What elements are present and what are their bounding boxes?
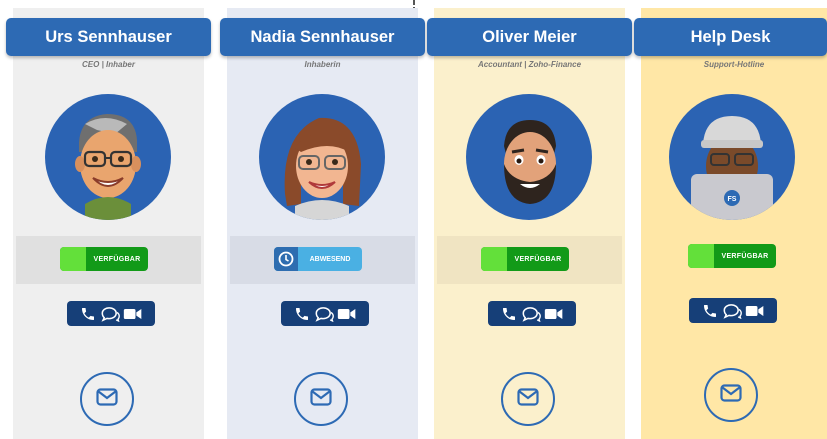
mail-button[interactable] xyxy=(501,372,555,426)
status-label: VERFÜGBAR xyxy=(93,255,141,263)
card-name: Urs Sennhauser xyxy=(6,18,211,56)
clock-icon xyxy=(274,247,298,271)
contact-card-oliver: Oliver Meier Accountant | Zoho-Finance V… xyxy=(427,8,632,439)
toggle-knob xyxy=(481,247,507,271)
laptop-badge: FS xyxy=(728,196,737,203)
mail-button[interactable] xyxy=(80,372,134,426)
video-icon[interactable] xyxy=(123,306,143,322)
phone-icon[interactable] xyxy=(79,306,97,322)
contact-actions[interactable] xyxy=(281,301,369,326)
status-label: VERFÜGBAR xyxy=(721,252,769,260)
status-label: ABWESEND xyxy=(309,255,351,263)
card-name: Oliver Meier xyxy=(427,18,632,56)
chat-icon[interactable] xyxy=(100,306,120,322)
video-icon[interactable] xyxy=(745,303,765,319)
chat-icon[interactable] xyxy=(722,303,742,319)
contact-card-urs: Urs Sennhauser CEO | Inhaber VERFÜGBAR xyxy=(6,8,211,439)
mail-icon xyxy=(517,387,539,411)
contact-actions[interactable] xyxy=(488,301,576,326)
mail-button[interactable] xyxy=(704,368,758,422)
status-band: ABWESEND xyxy=(230,236,415,284)
status-band: VERFÜGBAR xyxy=(644,236,827,284)
card-role: Support-Hotline xyxy=(703,60,765,69)
contact-actions[interactable] xyxy=(689,298,777,323)
avatar: FS xyxy=(669,94,795,220)
status-label: VERFÜGBAR xyxy=(514,255,562,263)
status-band: VERFÜGBAR xyxy=(16,236,201,284)
availability-toggle[interactable]: VERFÜGBAR xyxy=(688,244,776,268)
status-band: VERFÜGBAR xyxy=(437,236,622,284)
card-name: Nadia Sennhauser xyxy=(220,18,425,56)
mail-icon xyxy=(96,387,118,411)
toggle-knob xyxy=(688,244,714,268)
avatar xyxy=(45,94,171,220)
card-name: Help Desk xyxy=(634,18,827,56)
video-icon[interactable] xyxy=(337,306,357,322)
availability-toggle[interactable]: VERFÜGBAR xyxy=(60,247,148,271)
avatar xyxy=(259,94,385,220)
avatar xyxy=(466,94,592,220)
drag-handle-top xyxy=(413,0,415,5)
mail-icon xyxy=(720,383,742,407)
contact-card-help-desk: Help Desk Support-Hotline FS VERFÜGBAR xyxy=(634,8,827,439)
absent-status[interactable]: ABWESEND xyxy=(274,247,362,271)
availability-toggle[interactable]: VERFÜGBAR xyxy=(481,247,569,271)
toggle-knob xyxy=(60,247,86,271)
mail-button[interactable] xyxy=(294,372,348,426)
phone-icon[interactable] xyxy=(500,306,518,322)
contact-card-nadia: Nadia Sennhauser Inhaberin ABWESEND xyxy=(220,8,425,439)
mail-icon xyxy=(310,387,332,411)
video-icon[interactable] xyxy=(544,306,564,322)
phone-icon[interactable] xyxy=(701,303,719,319)
card-role: CEO | Inhaber xyxy=(82,60,135,69)
chat-icon[interactable] xyxy=(521,306,541,322)
chat-icon[interactable] xyxy=(314,306,334,322)
phone-icon[interactable] xyxy=(293,306,311,322)
card-role: Inhaberin xyxy=(304,60,341,69)
card-role: Accountant | Zoho-Finance xyxy=(477,60,582,69)
contact-actions[interactable] xyxy=(67,301,155,326)
